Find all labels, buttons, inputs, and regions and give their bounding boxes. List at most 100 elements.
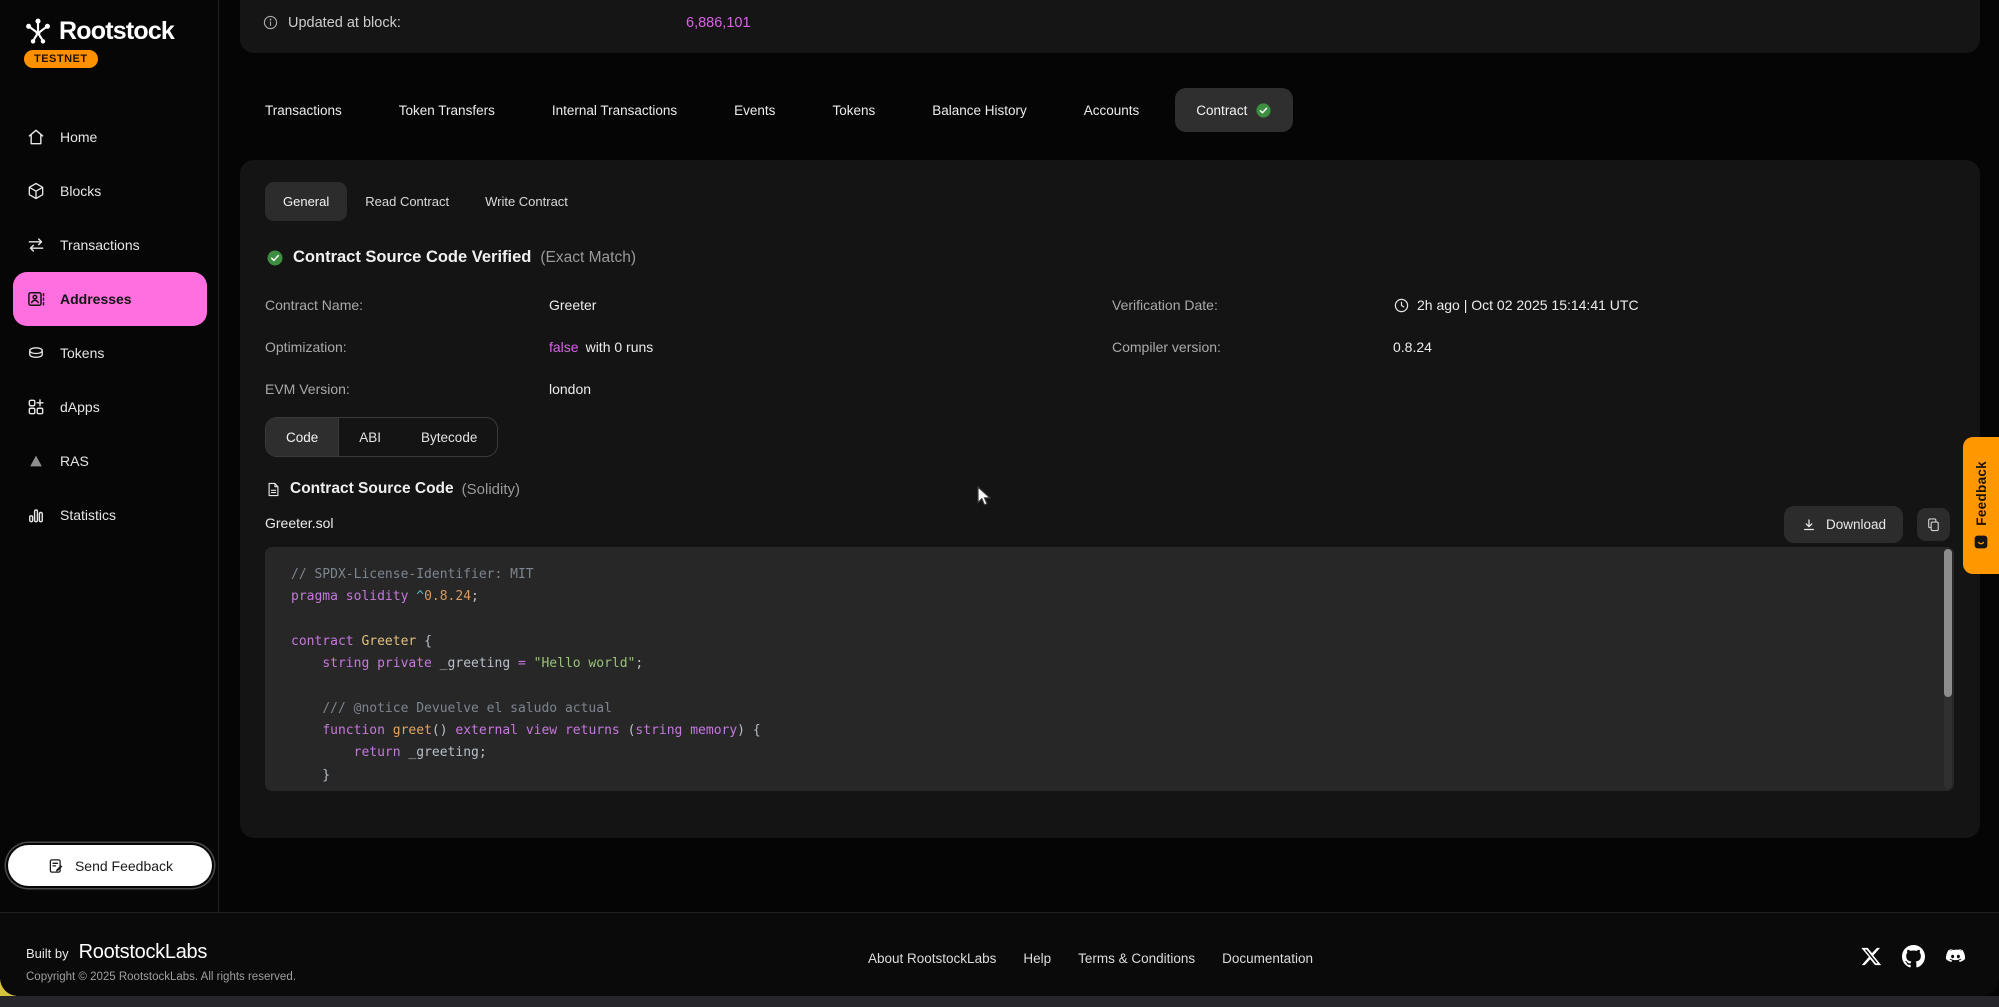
segment-code[interactable]: Code [266, 418, 339, 456]
footer-link-terms-conditions[interactable]: Terms & Conditions [1078, 951, 1195, 966]
sidebar-item-label: Transactions [60, 237, 140, 253]
discord-icon[interactable] [1944, 945, 1967, 968]
tab-token-transfers[interactable]: Token Transfers [399, 103, 495, 118]
details-left-column: Contract Name: Greeter Optimization: fal… [265, 284, 653, 410]
ras-icon [26, 451, 46, 471]
brand-logo[interactable]: Rootstock [23, 16, 174, 46]
info-icon [262, 14, 279, 31]
sidebar-item-transactions[interactable]: Transactions [13, 218, 207, 272]
detail-row-contract-name: Contract Name: Greeter [265, 284, 653, 326]
code-line: } [291, 765, 1928, 787]
send-feedback-button[interactable]: Send Feedback [8, 845, 212, 886]
file-row: Greeter.sol Download [265, 502, 1955, 546]
address-tabs: Transactions Token Transfers Internal Tran… [265, 88, 1293, 132]
sidebar-item-statistics[interactable]: Statistics [13, 488, 207, 542]
code-scrollbar[interactable] [1944, 549, 1952, 697]
footer-link-help[interactable]: Help [1023, 951, 1051, 966]
detail-row-verification-date: Verification Date: 2h ago | Oct 02 2025 … [1112, 284, 1639, 326]
segment-abi[interactable]: ABI [339, 418, 401, 456]
code-view-switch: CodeABIBytecode [265, 417, 498, 457]
contract-subtabs: GeneralRead ContractWrite Contract [265, 182, 586, 221]
sidebar-item-label: Blocks [60, 183, 101, 199]
tab-tokens[interactable]: Tokens [832, 103, 875, 118]
github-icon[interactable] [1902, 945, 1925, 968]
detail-value: false with 0 runs [549, 339, 653, 355]
dapps-icon [26, 397, 46, 417]
rootstocklabs-wordmark[interactable]: RootstockLabs [79, 941, 207, 964]
testnet-badge: TESTNET [24, 50, 98, 68]
feedback-tab-label: Feedback [1974, 461, 1989, 526]
footer: Built by RootstockLabs Copyright © 2025 … [0, 912, 1999, 996]
edit-note-icon [47, 857, 65, 875]
sidebar-item-blocks[interactable]: Blocks [13, 164, 207, 218]
page: Rootstock TESTNET Home Blocks Transactio… [0, 0, 1999, 1007]
sidebar-item-label: dApps [60, 399, 100, 415]
verified-title: Contract Source Code Verified [293, 248, 531, 267]
subtab-write-contract[interactable]: Write Contract [467, 182, 586, 221]
subtab-read-contract[interactable]: Read Contract [347, 182, 467, 221]
source-filename: Greeter.sol [265, 515, 333, 531]
updated-block-label: Updated at block: [288, 15, 401, 31]
sidebar-item-label: Home [60, 129, 97, 145]
footer-link-documentation[interactable]: Documentation [1222, 951, 1313, 966]
social-links [1860, 945, 1967, 968]
sidebar-item-dapps[interactable]: dApps [13, 380, 207, 434]
tab-contract[interactable]: Contract [1175, 88, 1293, 132]
download-button[interactable]: Download [1784, 506, 1903, 543]
download-icon [1801, 517, 1817, 533]
code-line: // SPDX-License-Identifier: MIT [291, 564, 1928, 586]
source-code-viewer[interactable]: // SPDX-License-Identifier: MITpragma so… [265, 547, 1954, 791]
verified-suffix: (Exact Match) [540, 249, 636, 267]
segment-bytecode[interactable]: Bytecode [401, 418, 497, 456]
transactions-icon [26, 235, 46, 255]
tab-transactions[interactable]: Transactions [265, 103, 342, 118]
download-label: Download [1826, 517, 1886, 532]
detail-row-optimization: Optimization: false with 0 runs [265, 326, 653, 368]
tab-label: Contract [1196, 103, 1247, 118]
copyright-text: Copyright © 2025 RootstockLabs. All righ… [26, 971, 296, 983]
built-by-label: Built by [26, 946, 69, 961]
bottom-strip [0, 996, 1999, 1007]
sidebar-nav: Home Blocks Transactions Addresses Token… [13, 110, 207, 542]
sidebar-item-home[interactable]: Home [13, 110, 207, 164]
feedback-side-tab[interactable]: Feedback [1963, 437, 1999, 574]
sidebar-item-addresses[interactable]: Addresses [13, 272, 207, 326]
subtab-general[interactable]: General [265, 182, 347, 221]
send-feedback-label: Send Feedback [75, 858, 173, 874]
updated-block-value[interactable]: 6,886,101 [686, 15, 751, 31]
file-icon [265, 481, 282, 498]
tab-balance-history[interactable]: Balance History [932, 103, 1027, 118]
detail-label: EVM Version: [265, 381, 549, 397]
detail-value: london [549, 381, 591, 397]
detail-value: 0.8.24 [1393, 339, 1432, 355]
detail-label: Compiler version: [1112, 339, 1393, 355]
brand-name: Rootstock [59, 17, 174, 46]
detail-row-compiler-version: Compiler version: 0.8.24 [1112, 326, 1639, 368]
tokens-icon [26, 343, 46, 363]
code-line: string private _greeting = "Hello world"… [291, 653, 1928, 675]
source-header: Contract Source Code (Solidity) [265, 480, 520, 498]
rootstock-logo-icon [23, 16, 53, 46]
clock-icon [1393, 297, 1410, 314]
code-line: /// @notice Devuelve el saludo actual [291, 698, 1928, 720]
blocks-icon [26, 181, 46, 201]
sidebar-item-ras[interactable]: RAS [13, 434, 207, 488]
copy-button[interactable] [1917, 508, 1950, 541]
x-icon[interactable] [1860, 945, 1883, 968]
detail-label: Verification Date: [1112, 297, 1393, 313]
detail-value: 2h ago | Oct 02 2025 15:14:41 UTC [1393, 297, 1639, 314]
updated-block-card: Updated at block: 6,886,101 [240, 0, 1980, 53]
tab-accounts[interactable]: Accounts [1084, 103, 1140, 118]
source-title: Contract Source Code [290, 480, 454, 498]
tab-internal-transactions[interactable]: Internal Transactions [552, 103, 677, 118]
verified-row: Contract Source Code Verified (Exact Mat… [266, 248, 636, 267]
code-line: function greet() external view returns (… [291, 720, 1928, 742]
sidebar-item-tokens[interactable]: Tokens [13, 326, 207, 380]
feedback-smile-icon [1973, 534, 1989, 550]
sidebar: Rootstock TESTNET Home Blocks Transactio… [0, 0, 219, 912]
code-line: contract Greeter { [291, 631, 1928, 653]
footer-link-about-rootstocklabs[interactable]: About RootstockLabs [868, 951, 996, 966]
code-line [291, 675, 1928, 697]
check-circle-icon [266, 249, 284, 267]
tab-events[interactable]: Events [734, 103, 775, 118]
